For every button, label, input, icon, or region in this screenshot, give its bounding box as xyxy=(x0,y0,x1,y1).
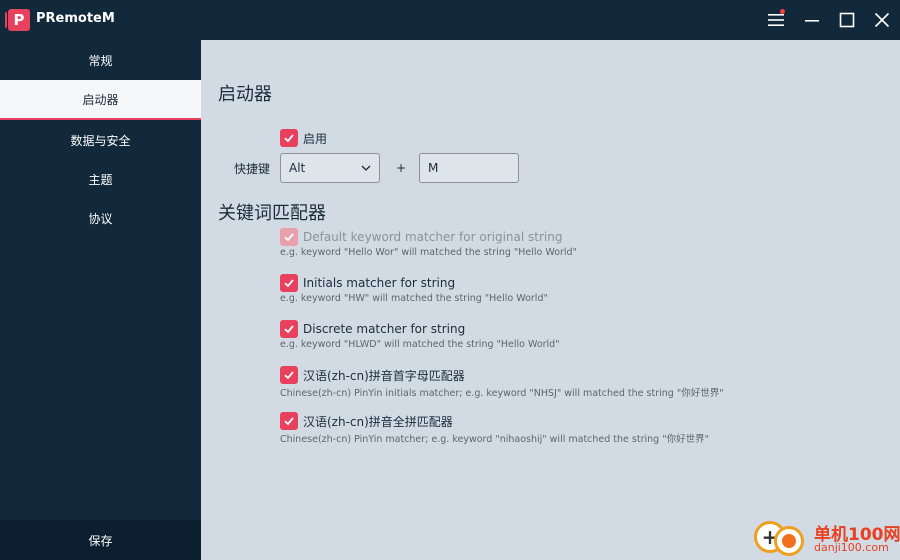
save-button[interactable]: 保存 xyxy=(0,520,201,560)
app-logo: P xyxy=(5,9,30,31)
matcher-description: Chinese(zh-cn) PinYin matcher; e.g. keyw… xyxy=(280,434,709,445)
hotkey-key-input[interactable]: M xyxy=(419,153,519,183)
maximize-button[interactable] xyxy=(829,0,865,40)
matcher-checkbox[interactable] xyxy=(280,412,298,430)
matcher-item: 汉语(zh-cn)拼音首字母匹配器 Chinese(zh-cn) PinYin … xyxy=(280,366,724,399)
checkmark-icon xyxy=(284,371,294,380)
notification-dot xyxy=(780,9,785,14)
sidebar-item-protocol[interactable]: 协议 xyxy=(0,198,201,238)
checkmark-icon xyxy=(284,233,294,242)
matcher-description: e.g. keyword "HW" will matched the strin… xyxy=(280,293,548,304)
sidebar: 常规 启动器 数据与安全 主题 协议 保存 xyxy=(0,40,201,560)
matcher-description: Chinese(zh-cn) PinYin initials matcher; … xyxy=(280,388,724,399)
plus-label: + xyxy=(396,161,407,175)
matcher-checkbox[interactable] xyxy=(280,320,298,338)
sidebar-item-general[interactable]: 常规 xyxy=(0,40,201,80)
matcher-item: Discrete matcher for string e.g. keyword… xyxy=(280,320,560,350)
matcher-item: 汉语(zh-cn)拼音全拼匹配器 Chinese(zh-cn) PinYin m… xyxy=(280,412,709,445)
matcher-item: Default keyword matcher for original str… xyxy=(280,228,577,258)
sidebar-item-theme[interactable]: 主题 xyxy=(0,159,201,199)
minimize-icon xyxy=(805,20,819,22)
title-bar: P PRemoteM xyxy=(0,0,900,40)
chevron-down-icon xyxy=(361,165,371,171)
hotkey-modifier-value: Alt xyxy=(289,161,306,175)
menu-button[interactable] xyxy=(758,0,794,40)
keyword-matcher-section-title: 关键词匹配器 xyxy=(218,203,326,224)
matcher-description: e.g. keyword "HLWD" will matched the str… xyxy=(280,339,560,350)
launcher-enable-row: 启用 xyxy=(280,129,327,147)
checkmark-icon xyxy=(284,417,294,426)
watermark-circle-icon xyxy=(774,526,804,556)
hamburger-menu-icon xyxy=(768,14,784,26)
matcher-checkbox[interactable] xyxy=(280,274,298,292)
matcher-item: Initials matcher for string e.g. keyword… xyxy=(280,274,548,304)
matcher-label: 汉语(zh-cn)拼音首字母匹配器 xyxy=(303,368,465,383)
sidebar-item-launcher[interactable]: 启动器 xyxy=(0,80,201,120)
watermark: + 单机100网 danji100.com xyxy=(752,518,900,560)
matcher-label: Initials matcher for string xyxy=(303,276,456,290)
matcher-label: 汉语(zh-cn)拼音全拼匹配器 xyxy=(303,414,453,429)
matcher-description: e.g. keyword "Hello Wor" will matched th… xyxy=(280,247,577,258)
hotkey-label: 快捷键 xyxy=(234,162,271,176)
watermark-url: danji100.com xyxy=(814,541,889,554)
matcher-checkbox[interactable] xyxy=(280,366,298,384)
close-icon xyxy=(874,12,890,28)
matcher-label: Discrete matcher for string xyxy=(303,322,466,336)
hotkey-modifier-select[interactable]: Alt xyxy=(280,153,380,183)
matcher-label: Default keyword matcher for original str… xyxy=(303,230,563,244)
launcher-enable-checkbox[interactable] xyxy=(280,129,298,147)
settings-content: 启动器 启用 快捷键 Alt + M 关键词匹配器 Default keywor… xyxy=(201,40,900,560)
launcher-section-title: 启动器 xyxy=(218,84,272,105)
checkmark-icon xyxy=(284,134,294,143)
close-button[interactable] xyxy=(864,0,900,40)
matcher-checkbox xyxy=(280,228,298,246)
app-title: PRemoteM xyxy=(36,11,115,26)
launcher-enable-label: 启用 xyxy=(303,131,328,146)
maximize-icon xyxy=(839,12,855,28)
sidebar-item-data-security[interactable]: 数据与安全 xyxy=(0,120,201,160)
checkmark-icon xyxy=(284,279,294,288)
minimize-button[interactable] xyxy=(794,0,830,40)
checkmark-icon xyxy=(284,325,294,334)
